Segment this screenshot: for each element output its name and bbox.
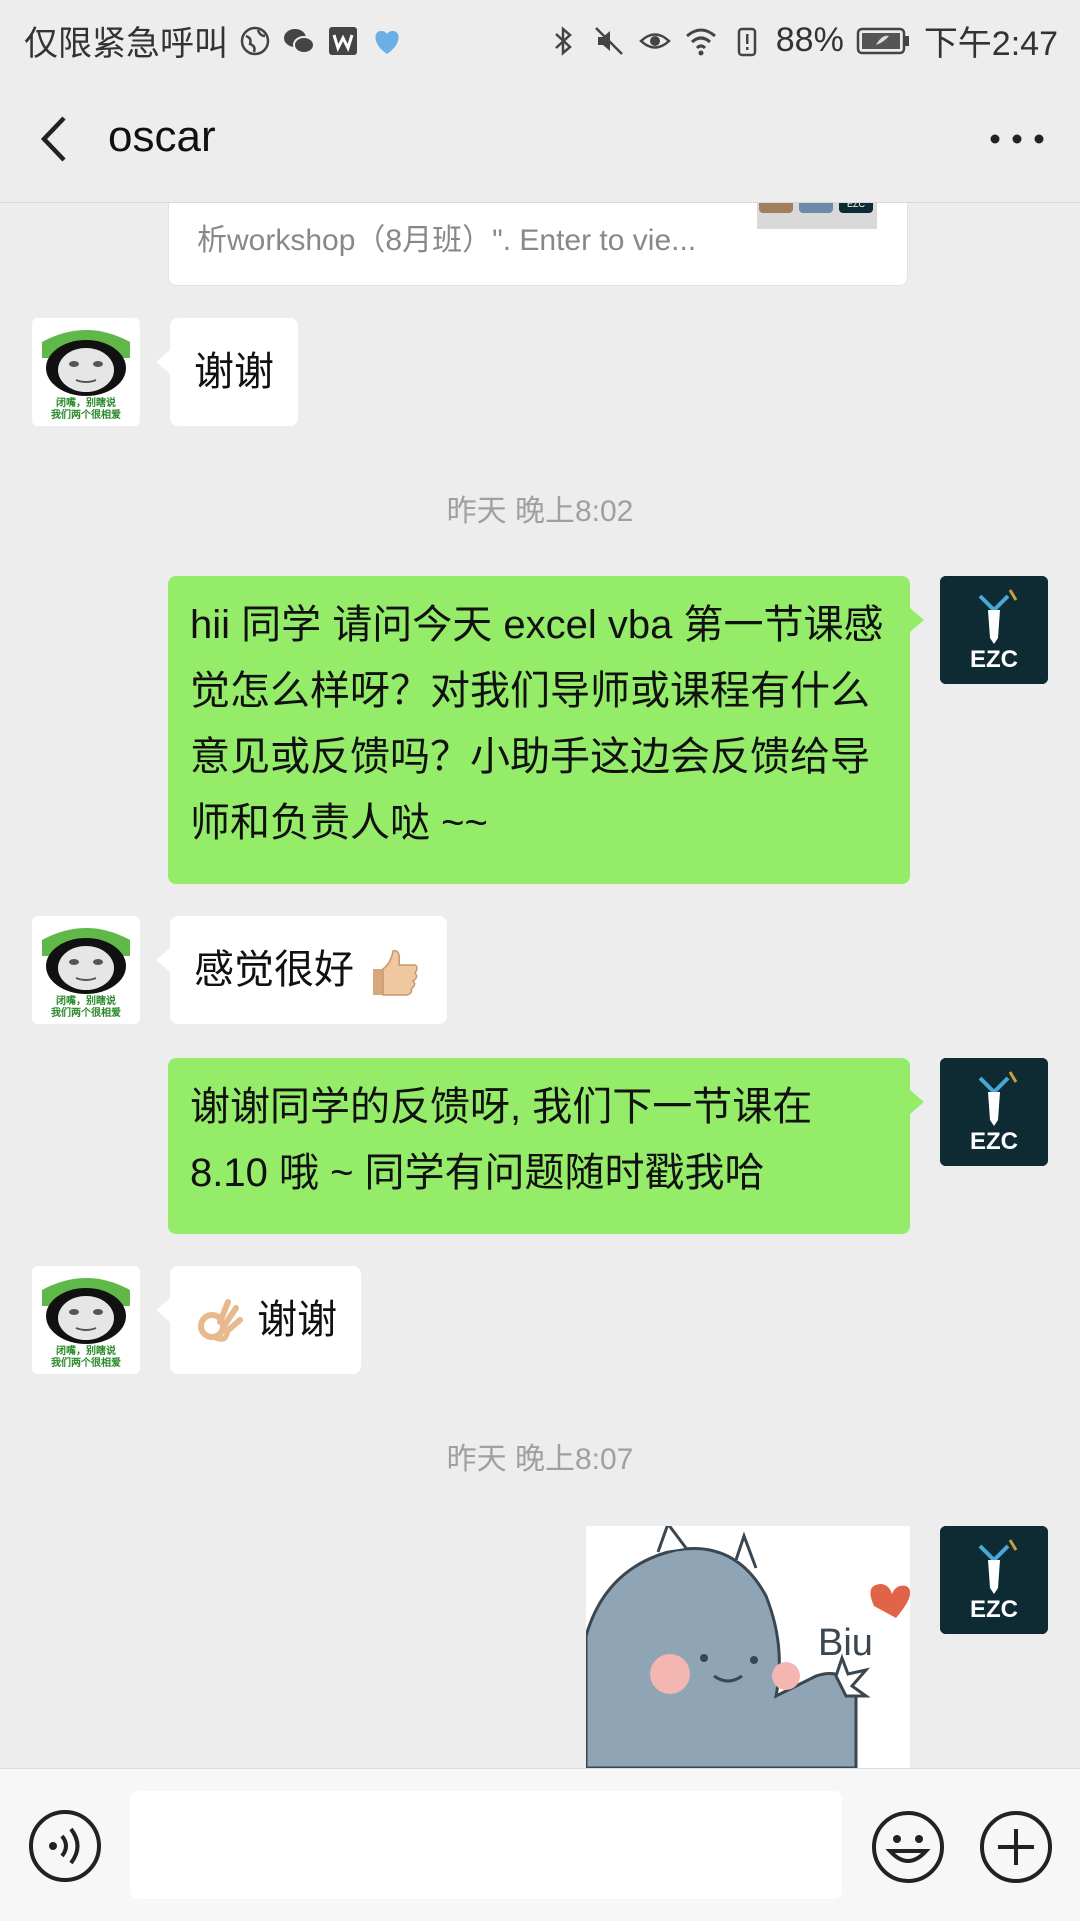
avatar-label: EZC: [970, 646, 1018, 673]
avatar-caption-line: 我们两个很相爱: [51, 1358, 121, 1369]
message-text: 谢谢: [194, 350, 274, 394]
message-text: hii 同学 请问今天 excel vba 第一节课感觉怎么样呀？对我们导师或课…: [190, 603, 884, 845]
bluetooth-icon: [554, 25, 572, 56]
thumbs-up-icon: [373, 950, 418, 997]
message-timestamp: 昨天 晚上8:02: [446, 495, 634, 528]
thumbnail-photo-1: [759, 202, 793, 213]
wechat-icon: [284, 28, 315, 54]
avatar-caption-line: 闭嘴，别瞎说: [56, 996, 116, 1007]
avatar-caption: 闭嘴，别瞎说 我们两个很相爱: [32, 398, 140, 422]
contact-avatar[interactable]: 闭嘴，别瞎说 我们两个很相爱: [32, 318, 140, 426]
carrier-text: 仅限紧急呼叫: [24, 25, 228, 63]
avatar-caption: 闭嘴，别瞎说 我们两个很相爱: [32, 1346, 140, 1370]
globe-icon: [240, 26, 270, 55]
incoming-message-bubble[interactable]: 谢谢: [155, 1266, 362, 1374]
message-input[interactable]: [130, 1791, 842, 1899]
sticker-text: Biu: [818, 1622, 873, 1664]
eye-icon: [638, 32, 671, 49]
ok-hand-icon: [198, 1299, 243, 1343]
my-avatar[interactable]: EZC: [940, 1526, 1048, 1634]
outgoing-message-bubble[interactable]: hii 同学 请问今天 excel vba 第一节课感觉怎么样呀？对我们导师或课…: [168, 576, 924, 884]
plus-icon[interactable]: [978, 1809, 1054, 1885]
status-bar-right: 88% 下午2:47: [546, 16, 1058, 65]
my-avatar[interactable]: EZC: [940, 576, 1048, 684]
status-bar: 仅限紧急呼叫 88% 下午2:47: [0, 0, 1080, 76]
chat-header: oscar: [0, 76, 1080, 203]
contact-avatar[interactable]: 闭嘴，别瞎说 我们两个很相爱: [32, 916, 140, 1024]
message-timestamp: 昨天 晚上8:07: [446, 1443, 634, 1476]
mute-icon: [594, 26, 623, 55]
emoji-icon[interactable]: [870, 1809, 946, 1885]
wifi-icon: [685, 28, 716, 55]
message-text: 谢谢同学的反馈呀, 我们下一节课在8.10 哦 ~ 同学有问题随时戳我哈: [190, 1085, 813, 1195]
link-card-description: 析workshop（8月班）". Enter to vie...: [197, 224, 697, 257]
avatar-caption-line: 闭嘴，别瞎说: [56, 398, 116, 409]
sticker-message[interactable]: Biu: [586, 1526, 910, 1786]
chat-input-bar: [0, 1768, 1080, 1921]
avatar-caption-line: 闭嘴，别瞎说: [56, 1346, 116, 1357]
heart-app-icon: [375, 30, 399, 54]
avatar-caption-line: 我们两个很相爱: [51, 410, 121, 421]
incoming-message-bubble[interactable]: 谢谢: [156, 318, 298, 426]
more-dots-icon[interactable]: [982, 106, 1052, 172]
avatar-label: EZC: [970, 1128, 1018, 1155]
chat-message-list[interactable]: 析workshop（8月班）". Enter to vie... EZC 闭嘴，…: [0, 202, 1080, 1768]
thumbnail-photo-2: [799, 202, 833, 213]
battery-alert-icon: [737, 27, 756, 56]
incoming-message-bubble[interactable]: 感觉很好: [155, 916, 448, 1024]
message-text: 感觉很好: [194, 948, 354, 992]
outgoing-message-bubble[interactable]: 谢谢同学的反馈呀, 我们下一节课在8.10 哦 ~ 同学有问题随时戳我哈: [168, 1058, 924, 1234]
avatar-caption: 闭嘴，别瞎说 我们两个很相爱: [32, 996, 140, 1020]
voice-icon[interactable]: [28, 1809, 102, 1883]
avatar-caption-line: 我们两个很相爱: [51, 1008, 121, 1019]
wps-icon: [329, 26, 357, 55]
status-bar-left: 仅限紧急呼叫: [24, 16, 404, 65]
contact-avatar[interactable]: 闭嘴，别瞎说 我们两个很相爱: [32, 1266, 140, 1374]
clock: 下午2:47: [923, 25, 1058, 63]
avatar-label: EZC: [970, 1596, 1018, 1623]
link-card-message[interactable]: 析workshop（8月班）". Enter to vie... EZC: [168, 202, 908, 286]
back-chevron-icon[interactable]: [28, 106, 88, 172]
thumbnail-logo: EZC: [839, 202, 873, 213]
message-text: 谢谢: [257, 1298, 338, 1342]
battery-icon: [856, 27, 909, 54]
my-avatar[interactable]: EZC: [940, 1058, 1048, 1166]
battery-percent: 88%: [775, 21, 844, 59]
chat-title: oscar: [108, 112, 216, 161]
link-card-thumbnail: EZC: [757, 202, 877, 229]
